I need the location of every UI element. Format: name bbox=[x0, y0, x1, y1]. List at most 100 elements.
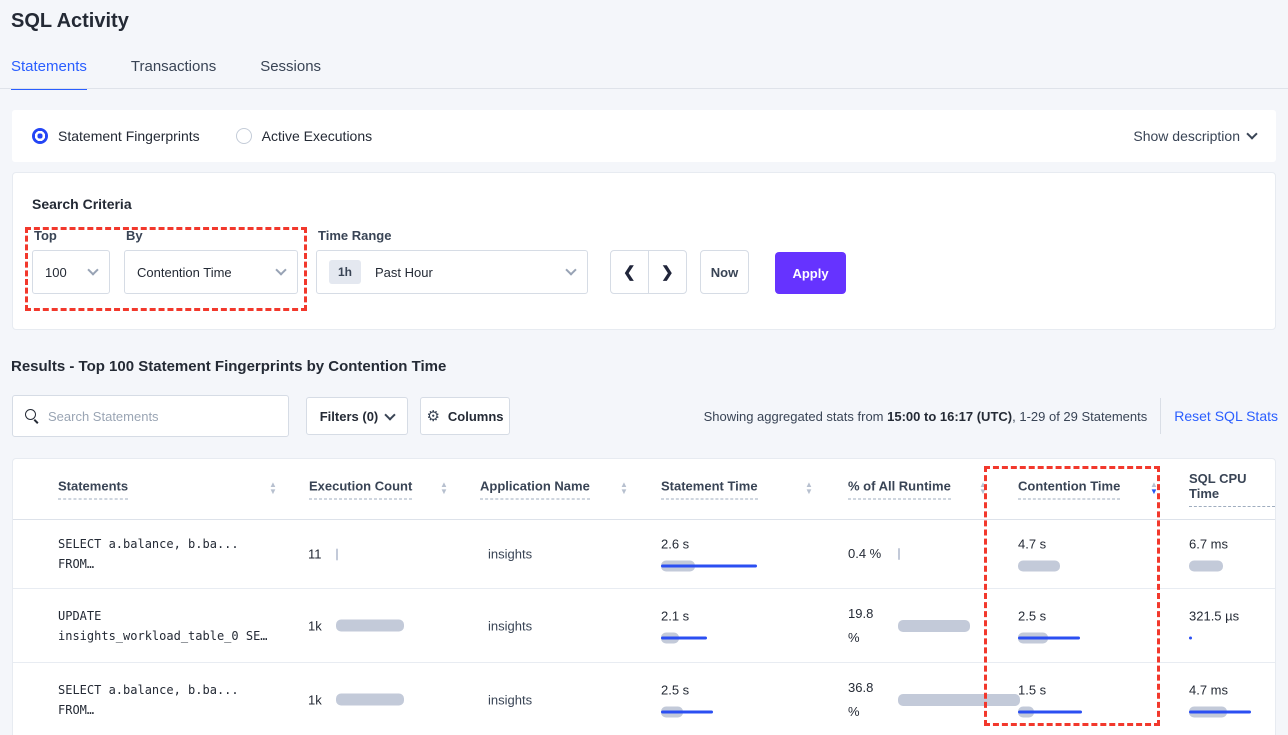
stats-summary: Showing aggregated stats from 15:00 to 1… bbox=[704, 409, 1148, 424]
top-select-value: 100 bbox=[45, 265, 67, 280]
chevron-down-icon bbox=[385, 409, 396, 420]
column-header-application-name[interactable]: Application Name bbox=[480, 479, 590, 500]
sort-icon[interactable]: ▲▼ bbox=[620, 481, 628, 495]
bar-gray bbox=[336, 694, 404, 706]
contention-time-cell: 1.5 s bbox=[1018, 682, 1148, 717]
now-button[interactable]: Now bbox=[700, 250, 749, 294]
chevron-down-icon bbox=[275, 264, 286, 275]
statement-text[interactable]: SELECT a.balance, b.ba...FROM… bbox=[58, 534, 239, 574]
show-description-toggle[interactable]: Show description bbox=[1133, 128, 1256, 144]
time-step-group: ❮ ❯ bbox=[610, 250, 687, 294]
tabs-divider bbox=[0, 88, 1288, 89]
chevron-down-icon bbox=[87, 264, 98, 275]
sql-cpu-time-cell: 321.5 µs bbox=[1189, 608, 1253, 643]
by-label: By bbox=[126, 228, 143, 243]
chevron-down-icon bbox=[1246, 128, 1257, 139]
bar-blue bbox=[661, 710, 713, 713]
bar-blue bbox=[1189, 636, 1192, 639]
columns-button[interactable]: ⚙ Columns bbox=[420, 397, 510, 435]
tab-statements[interactable]: Statements bbox=[11, 58, 87, 90]
gear-icon: ⚙ bbox=[426, 407, 439, 425]
stats-row: Showing aggregated stats from 15:00 to 1… bbox=[600, 397, 1278, 435]
column-header-contention-time[interactable]: Contention Time bbox=[1018, 479, 1120, 500]
column-header-statements[interactable]: Statements bbox=[58, 479, 128, 500]
sql-cpu-time-cell: 4.7 ms bbox=[1189, 682, 1253, 717]
stats-divider bbox=[1160, 398, 1161, 434]
contention-time-cell: 2.5 s bbox=[1018, 608, 1148, 643]
time-interval-badge: 1h bbox=[329, 260, 361, 284]
bar-gray bbox=[1189, 561, 1223, 572]
pct-runtime-cell: 36.8 % bbox=[848, 676, 978, 724]
apply-button[interactable]: Apply bbox=[775, 252, 846, 294]
stats-suffix: , 1-29 of 29 Statements bbox=[1012, 409, 1147, 424]
statement-time-cell: 2.6 s bbox=[661, 537, 791, 572]
columns-label: Columns bbox=[448, 409, 504, 424]
top-select[interactable]: 100 bbox=[32, 250, 110, 294]
stats-prefix: Showing aggregated stats from bbox=[704, 409, 888, 424]
bar-gray bbox=[336, 548, 338, 560]
application-name-cell: insights bbox=[488, 547, 532, 562]
sort-icon[interactable]: ▲▼ bbox=[979, 481, 987, 495]
sort-icon-active[interactable]: ▲▼ bbox=[1150, 481, 1158, 495]
time-range-value: Past Hour bbox=[375, 265, 433, 280]
radio-statement-fingerprints-label: Statement Fingerprints bbox=[58, 128, 200, 144]
statement-time-cell: 2.1 s bbox=[661, 608, 791, 643]
search-statements-box[interactable] bbox=[12, 395, 289, 437]
bar-blue bbox=[661, 565, 757, 568]
bar-blue bbox=[661, 636, 707, 639]
next-time-button[interactable]: ❯ bbox=[649, 251, 687, 293]
reset-sql-stats-link[interactable]: Reset SQL Stats bbox=[1174, 408, 1278, 424]
contention-time-cell: 4.7 s bbox=[1018, 537, 1148, 572]
radio-selected-icon[interactable] bbox=[32, 128, 48, 144]
sort-icon[interactable]: ▲▼ bbox=[269, 481, 277, 495]
column-header-statement-time[interactable]: Statement Time bbox=[661, 479, 758, 500]
table-row[interactable]: SELECT a.balance, b.ba...FROM… 11 insigh… bbox=[13, 520, 1275, 589]
time-range-label: Time Range bbox=[318, 228, 391, 243]
filters-button[interactable]: Filters (0) bbox=[306, 397, 408, 435]
chevron-down-icon bbox=[565, 264, 576, 275]
time-range-select[interactable]: 1h Past Hour bbox=[316, 250, 588, 294]
radio-active-executions-label: Active Executions bbox=[262, 128, 373, 144]
execution-count-cell: 11 bbox=[308, 547, 416, 562]
sort-icon[interactable]: ▲▼ bbox=[805, 481, 813, 495]
results-title: Results - Top 100 Statement Fingerprints… bbox=[11, 358, 446, 375]
bar-blue bbox=[1018, 710, 1082, 713]
table-row[interactable]: SELECT a.balance, b.ba...FROM… 1k insigh… bbox=[13, 663, 1275, 735]
statement-text[interactable]: SELECT a.balance, b.ba...FROM… bbox=[58, 680, 239, 720]
search-statements-input[interactable] bbox=[48, 409, 276, 424]
stats-time-range: 15:00 to 16:17 (UTC) bbox=[887, 409, 1012, 424]
tab-sessions[interactable]: Sessions bbox=[260, 58, 321, 90]
application-name-cell: insights bbox=[488, 618, 532, 633]
tab-transactions[interactable]: Transactions bbox=[131, 58, 216, 90]
radio-active-executions[interactable]: Active Executions bbox=[236, 128, 373, 144]
column-header-execution-count[interactable]: Execution Count bbox=[309, 479, 412, 500]
search-icon bbox=[25, 409, 39, 423]
sql-cpu-time-cell: 6.7 ms bbox=[1189, 537, 1253, 572]
statements-table: Statements ▲▼ Execution Count ▲▼ Applica… bbox=[12, 458, 1276, 735]
by-select[interactable]: Contention Time bbox=[124, 250, 298, 294]
prev-time-button[interactable]: ❮ bbox=[611, 251, 649, 293]
bar-gray bbox=[898, 620, 970, 632]
bar-gray bbox=[1018, 561, 1060, 572]
bar-blue bbox=[1018, 636, 1080, 639]
radio-statement-fingerprints[interactable]: Statement Fingerprints bbox=[32, 128, 200, 144]
bar-gray bbox=[898, 548, 900, 560]
bar-blue bbox=[1189, 710, 1251, 713]
bar-gray bbox=[898, 694, 1020, 706]
filters-label: Filters (0) bbox=[320, 409, 379, 424]
column-header-sql-cpu-time[interactable]: SQL CPU Time bbox=[1189, 471, 1275, 507]
bar-gray bbox=[336, 620, 404, 632]
table-row[interactable]: UPDATEinsights_workload_table_0 SE… 1k i… bbox=[13, 589, 1275, 663]
execution-count-cell: 1k bbox=[308, 692, 416, 707]
statement-time-cell: 2.5 s bbox=[661, 682, 791, 717]
application-name-cell: insights bbox=[488, 692, 532, 707]
radio-unselected-icon[interactable] bbox=[236, 128, 252, 144]
pct-runtime-cell: 0.4 % bbox=[848, 542, 978, 566]
top-label: Top bbox=[34, 228, 57, 243]
sort-icon[interactable]: ▲▼ bbox=[440, 481, 448, 495]
column-header-pct-runtime[interactable]: % of All Runtime bbox=[848, 479, 951, 500]
table-header-row: Statements ▲▼ Execution Count ▲▼ Applica… bbox=[13, 459, 1275, 520]
view-mode-bar: Statement Fingerprints Active Executions… bbox=[12, 110, 1276, 162]
execution-count-cell: 1k bbox=[308, 618, 416, 633]
statement-text[interactable]: UPDATEinsights_workload_table_0 SE… bbox=[58, 606, 268, 646]
